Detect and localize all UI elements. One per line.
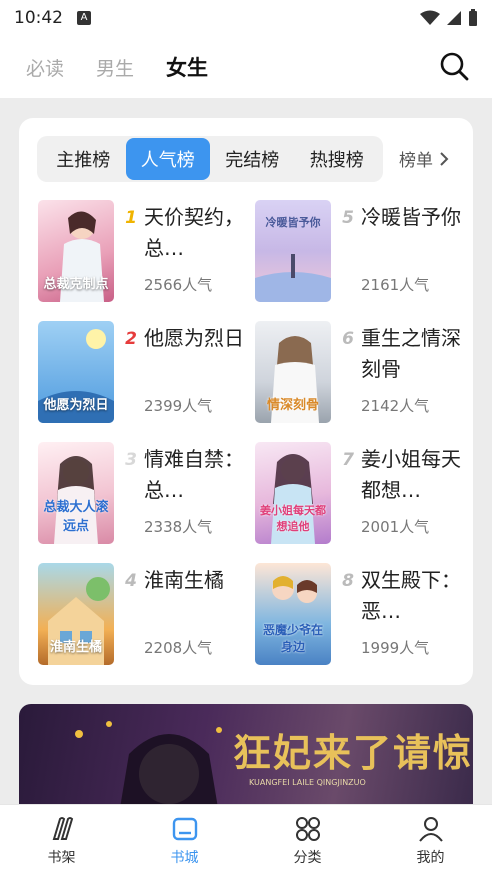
nav-label: 书城 <box>170 849 199 866</box>
cover-title: 冷暖皆予你 <box>265 216 321 229</box>
rank-number: 4 <box>125 571 137 591</box>
battery-icon <box>469 9 477 26</box>
rank-tab-popular[interactable]: 人气榜 <box>125 138 210 180</box>
book-title: 天价契约，总… <box>144 205 244 260</box>
book-item[interactable]: 情深刻骨 6 重生之情深刻骨 2142人气 <box>255 321 465 425</box>
book-item[interactable]: 他愿为烈日 2 他愿为烈日 2399人气 <box>38 321 248 425</box>
book-popularity: 2161人气 <box>361 276 430 294</box>
chevron-right-icon <box>440 151 449 166</box>
cover-title: 淮南生橘 <box>49 640 102 655</box>
rank-tabs: 主推榜 人气榜 完结榜 热搜榜 <box>37 136 383 182</box>
wifi-icon <box>420 10 440 25</box>
promo-banner[interactable]: 狂妃来了请惊座 KUANGFEI LAILE QINGJINZUO <box>19 704 473 814</box>
book-item[interactable]: 冷暖皆予你 5 冷暖皆予你 2161人气 <box>255 200 465 304</box>
rank-tab-hot-search[interactable]: 热搜榜 <box>295 138 380 180</box>
book-title: 淮南生橘 <box>144 568 224 592</box>
nav-bookstore[interactable]: 书城 <box>123 805 246 876</box>
book-popularity: 2566人气 <box>144 276 213 294</box>
ranking-card: 主推榜 人气榜 完结榜 热搜榜 榜单 总裁克制点 1 天价契约，总… 2566人… <box>19 118 473 685</box>
nav-label: 我的 <box>416 849 445 866</box>
book-cover[interactable]: 情深刻骨 <box>255 321 331 423</box>
user-icon <box>418 816 443 842</box>
book-title: 冷暖皆予你 <box>361 205 461 229</box>
book-item[interactable]: 姜小姐每天都想追他 7 姜小姐每天都想… 2001人气 <box>255 442 465 546</box>
book-item[interactable]: 总裁克制点 1 天价契约，总… 2566人气 <box>38 200 248 304</box>
cover-title: 姜小姐每天都想追他 <box>260 504 326 533</box>
rank-tab-recommend[interactable]: 主推榜 <box>41 138 126 180</box>
rank-number: 3 <box>125 450 137 470</box>
book-title: 重生之情深刻骨 <box>361 326 461 381</box>
cover-title: 总裁克制点 <box>43 277 109 292</box>
nav-label: 分类 <box>293 849 322 866</box>
rank-number: 8 <box>342 571 354 591</box>
signal-icon <box>447 11 461 25</box>
book-cover[interactable]: 恶魔少爷在身边 <box>255 563 331 665</box>
rank-number: 1 <box>125 208 137 228</box>
banner-title: 狂妃来了请惊座 <box>233 730 473 775</box>
book-cover[interactable]: 冷暖皆予你 <box>255 200 331 302</box>
book-cover[interactable]: 他愿为烈日 <box>38 321 114 423</box>
book-popularity: 2338人气 <box>144 518 213 536</box>
book-item[interactable]: 淮南生橘 4 淮南生橘 2208人气 <box>38 563 248 667</box>
book-popularity: 1999人气 <box>361 639 430 657</box>
cover-title: 总裁大人滚远点 <box>43 500 109 534</box>
notification-icon: A <box>77 11 91 25</box>
cover-title: 情深刻骨 <box>266 398 319 413</box>
tab-female[interactable]: 女生 <box>166 52 208 82</box>
cover-title: 他愿为烈日 <box>43 398 109 413</box>
more-rank-button[interactable]: 榜单 <box>399 146 449 171</box>
nav-bookshelf[interactable]: 书架 <box>0 805 123 876</box>
book-cover[interactable]: 姜小姐每天都想追他 <box>255 442 331 544</box>
cover-title: 恶魔少爷在身边 <box>262 623 323 654</box>
book-item[interactable]: 恶魔少爷在身边 8 双生殿下：恶… 1999人气 <box>255 563 465 667</box>
book-title: 姜小姐每天都想… <box>361 447 461 502</box>
more-rank-label: 榜单 <box>399 151 433 171</box>
rank-number: 5 <box>342 208 354 228</box>
book-popularity: 2208人气 <box>144 639 213 657</box>
category-icon <box>295 816 320 841</box>
nav-label: 书架 <box>47 849 76 866</box>
status-bar: 10:42 A <box>0 0 492 36</box>
nav-profile[interactable]: 我的 <box>369 805 492 876</box>
bookstore-icon <box>172 817 197 840</box>
book-cover[interactable]: 总裁克制点 <box>38 200 114 302</box>
bookshelf-icon <box>52 816 73 840</box>
rank-number: 7 <box>342 450 354 470</box>
nav-category[interactable]: 分类 <box>246 805 369 876</box>
search-icon[interactable] <box>438 50 470 82</box>
rank-number: 6 <box>342 329 354 349</box>
book-popularity: 2142人气 <box>361 397 430 415</box>
book-cover[interactable]: 淮南生橘 <box>38 563 114 665</box>
status-time: 10:42 <box>14 8 63 28</box>
book-title: 他愿为烈日 <box>144 326 244 350</box>
status-icons <box>420 9 478 27</box>
book-title: 情难自禁：总… <box>144 447 244 502</box>
bottom-nav: 书架 书城 分类 我的 <box>0 804 492 876</box>
book-cover[interactable]: 总裁大人滚远点 <box>38 442 114 544</box>
book-popularity: 2001人气 <box>361 518 430 536</box>
rank-number: 2 <box>125 329 137 349</box>
book-item[interactable]: 总裁大人滚远点 3 情难自禁：总… 2338人气 <box>38 442 248 546</box>
top-nav: 必读 男生 女生 <box>0 36 492 98</box>
tab-must-read[interactable]: 必读 <box>26 54 64 81</box>
rank-tab-completed[interactable]: 完结榜 <box>210 138 295 180</box>
book-title: 双生殿下：恶… <box>361 568 461 623</box>
tab-male[interactable]: 男生 <box>96 54 134 81</box>
banner-subtitle: KUANGFEI LAILE QINGJINZUO <box>249 778 366 787</box>
book-popularity: 2399人气 <box>144 397 213 415</box>
